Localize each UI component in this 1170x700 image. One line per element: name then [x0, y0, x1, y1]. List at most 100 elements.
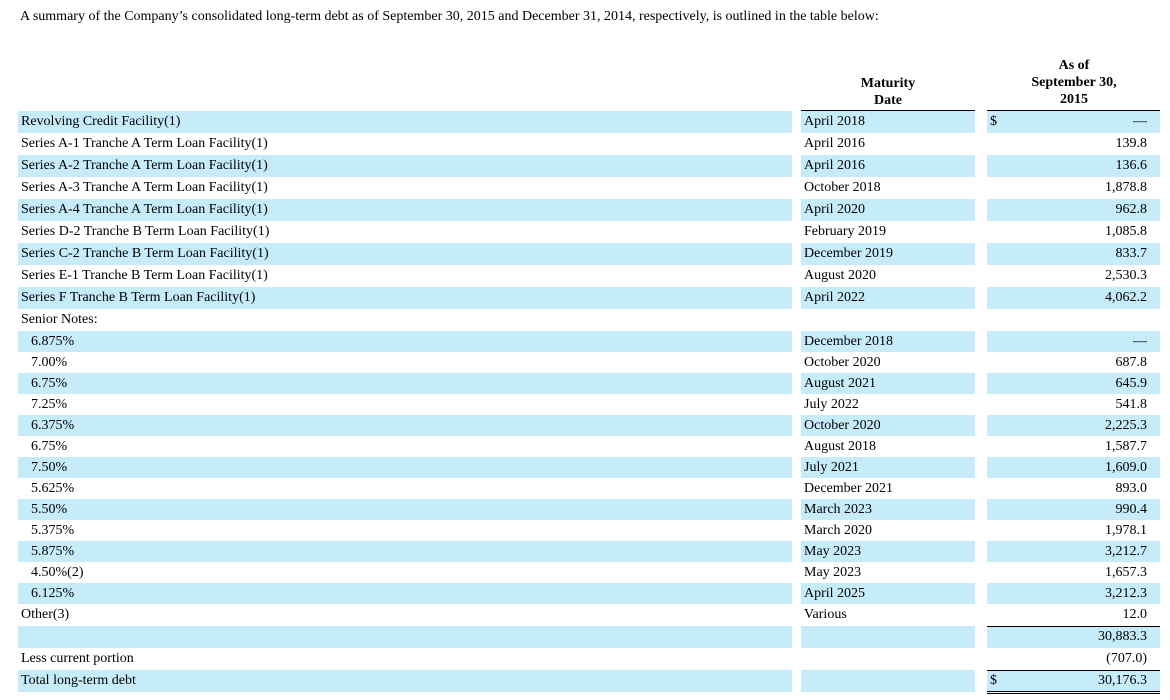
maturity-date-cell: May 2023 — [804, 544, 862, 559]
amount-cell: 2,225.3 — [1105, 418, 1147, 433]
maturity-date-cell: May 2023 — [804, 565, 862, 580]
row-shading — [18, 415, 792, 436]
amount-cell: 1,587.7 — [1105, 439, 1147, 454]
maturity-date-header: Maturity Date — [802, 75, 974, 109]
debt-instrument-label: Series A-1 Tranche A Term Loan Facility(… — [21, 136, 268, 151]
debt-instrument-label: 7.50% — [31, 460, 68, 475]
amount-cell: 687.8 — [1115, 355, 1148, 370]
table-row: 6.875% December 2018 — — [0, 331, 1170, 352]
maturity-date-cell: July 2022 — [804, 397, 859, 412]
table-row: Revolving Credit Facility(1) April 2018 $ — — [0, 111, 1170, 133]
maturity-date-cell: August 2021 — [804, 376, 876, 391]
amount-cell: — — [1133, 114, 1147, 129]
maturity-date-cell: December 2021 — [804, 481, 894, 496]
maturity-date-cell: October 2020 — [804, 418, 881, 433]
amount-cell: 645.9 — [1115, 376, 1148, 391]
table-row: 7.00% October 2020 687.8 — [0, 352, 1170, 373]
row-shading — [801, 626, 975, 648]
table-row: Series F Tranche B Term Loan Facility(1)… — [0, 287, 1170, 309]
table-row: 5.50% March 2023 990.4 — [0, 499, 1170, 520]
currency-symbol: $ — [990, 673, 997, 688]
maturity-date-cell: April 2018 — [804, 114, 866, 129]
maturity-date-cell: December 2019 — [804, 246, 894, 261]
table-row: Senior Notes: — [0, 309, 1170, 331]
table-row: 30,883.3 — [0, 626, 1170, 648]
maturity-date-cell: February 2019 — [804, 224, 887, 239]
row-shading — [18, 541, 792, 562]
table-row: 5.375% March 2020 1,978.1 — [0, 520, 1170, 541]
amount-cell: 136.6 — [1115, 158, 1148, 173]
debt-instrument-label: 6.75% — [31, 376, 68, 391]
amount-cell: 1,085.8 — [1105, 224, 1147, 239]
table-row: Less current portion (707.0) — [0, 648, 1170, 670]
debt-instrument-label: Series F Tranche B Term Loan Facility(1) — [21, 290, 256, 305]
debt-instrument-label: 5.50% — [31, 502, 68, 517]
amount-cell: 2,530.3 — [1105, 268, 1147, 283]
debt-instrument-label: Series A-3 Tranche A Term Loan Facility(… — [21, 180, 268, 195]
table-row: Series C-2 Tranche B Term Loan Facility(… — [0, 243, 1170, 265]
table-row: 5.875% May 2023 3,212.7 — [0, 541, 1170, 562]
amount-cell: 30,883.3 — [1098, 629, 1147, 644]
debt-table: Revolving Credit Facility(1) April 2018 $ —… — [0, 111, 1170, 694]
total-double-rule — [987, 691, 1160, 694]
row-shading — [18, 436, 792, 457]
debt-instrument-label: Other(3) — [21, 607, 70, 622]
debt-instrument-label: Series E-1 Tranche B Term Loan Facility(… — [21, 268, 268, 283]
row-shading — [18, 562, 792, 583]
debt-instrument-label: 6.75% — [31, 439, 68, 454]
row-shading — [801, 309, 975, 331]
asof-header-line3: 2015 — [1060, 92, 1088, 107]
table-row: 7.50% July 2021 1,609.0 — [0, 457, 1170, 478]
debt-instrument-label: Series A-4 Tranche A Term Loan Facility(… — [21, 202, 268, 217]
row-shading — [18, 648, 792, 670]
amount-cell: 1,657.3 — [1105, 565, 1147, 580]
table-row: Total long-term debt $30,176.3 — [0, 670, 1170, 694]
maturity-date-cell: April 2025 — [804, 586, 866, 601]
row-shading — [18, 604, 792, 626]
row-shading — [987, 309, 1160, 331]
maturity-date-cell: Various — [804, 607, 847, 622]
asof-header-line1: As of — [1058, 58, 1090, 73]
subtotal-rule — [987, 626, 1160, 627]
row-shading — [801, 648, 975, 670]
debt-instrument-label: 7.25% — [31, 397, 68, 412]
amount-cell: 833.7 — [1115, 246, 1148, 261]
maturity-header-line2: Date — [874, 93, 902, 108]
debt-instrument-label: Series C-2 Tranche B Term Loan Facility(… — [21, 246, 269, 261]
maturity-date-cell: October 2020 — [804, 355, 881, 370]
amount-cell: 3,212.7 — [1105, 544, 1147, 559]
total-top-rule — [987, 670, 1160, 671]
amount-cell: — — [1133, 334, 1147, 349]
table-row: 7.25% July 2022 541.8 — [0, 394, 1170, 415]
maturity-date-cell: April 2022 — [804, 290, 866, 305]
table-row: 5.625% December 2021 893.0 — [0, 478, 1170, 499]
debt-instrument-label: 6.875% — [31, 334, 75, 349]
amount-cell: 4,062.2 — [1105, 290, 1147, 305]
asof-header-line2: September 30, — [1031, 75, 1117, 90]
debt-instrument-label: Senior Notes: — [21, 312, 98, 327]
table-row: 6.375% October 2020 2,225.3 — [0, 415, 1170, 436]
debt-instrument-label: 5.875% — [31, 544, 75, 559]
row-shading — [18, 626, 792, 648]
amount-cell: 1,878.8 — [1105, 180, 1147, 195]
debt-instrument-label: 5.375% — [31, 523, 75, 538]
debt-instrument-label: Series D-2 Tranche B Term Loan Facility(… — [21, 224, 270, 239]
maturity-date-cell: August 2020 — [804, 268, 876, 283]
maturity-date-cell: October 2018 — [804, 180, 881, 195]
table-row: Series A-1 Tranche A Term Loan Facility(… — [0, 133, 1170, 155]
maturity-date-cell: April 2016 — [804, 136, 866, 151]
row-shading — [18, 352, 792, 373]
amount-cell: 893.0 — [1115, 481, 1148, 496]
table-row: Other(3) Various 12.0 — [0, 604, 1170, 626]
table-row: Series A-2 Tranche A Term Loan Facility(… — [0, 155, 1170, 177]
table-row: Series A-4 Tranche A Term Loan Facility(… — [0, 199, 1170, 221]
debt-instrument-label: 6.125% — [31, 586, 75, 601]
maturity-date-cell: August 2018 — [804, 439, 876, 454]
maturity-date-cell: December 2018 — [804, 334, 894, 349]
maturity-date-cell: March 2023 — [804, 502, 873, 517]
row-shading — [18, 331, 792, 352]
as-of-date-header: As of September 30, 2015 — [988, 57, 1160, 108]
row-shading — [18, 457, 792, 478]
amount-cell: 12.0 — [1122, 607, 1148, 622]
row-shading — [18, 478, 792, 499]
